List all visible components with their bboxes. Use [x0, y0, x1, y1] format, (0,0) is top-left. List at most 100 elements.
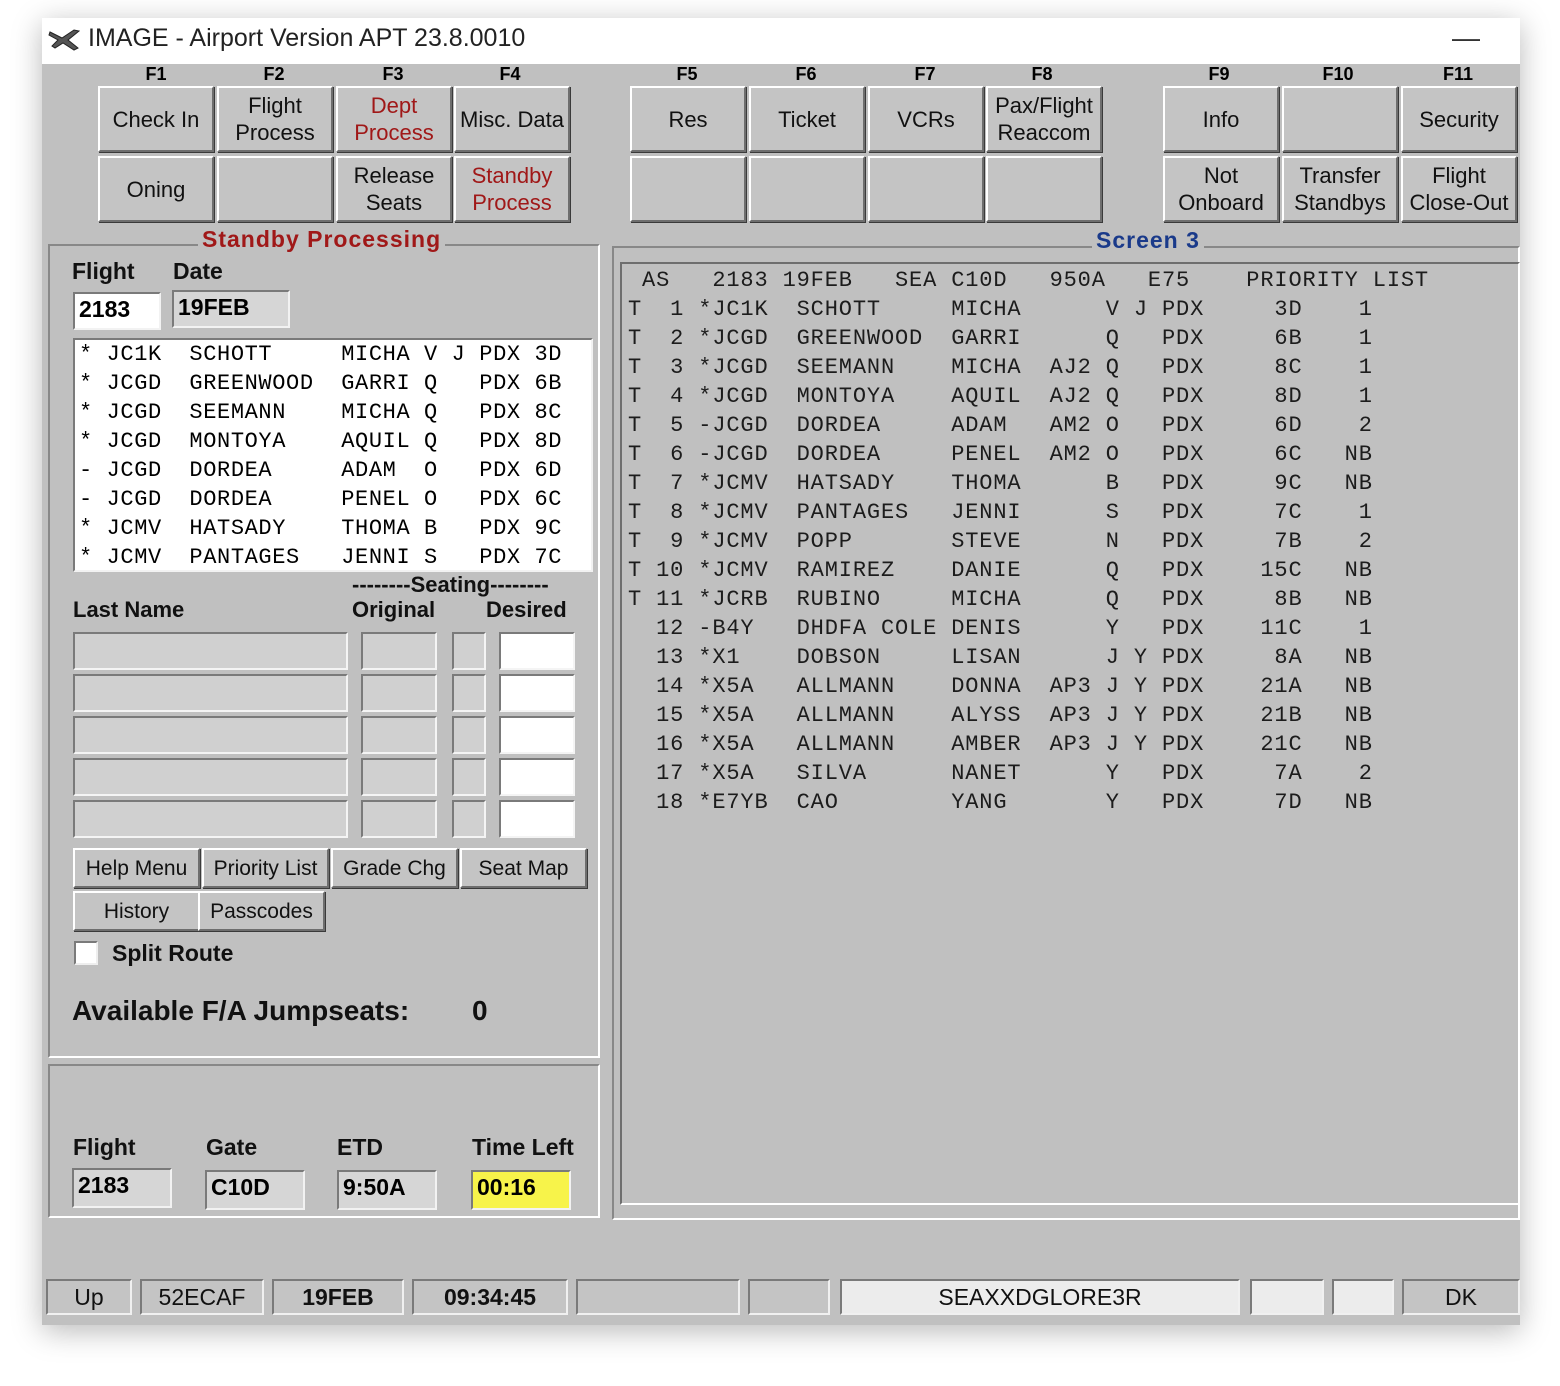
desired-seat-field[interactable]	[499, 800, 575, 838]
gate-value: C10D	[205, 1170, 305, 1210]
security-button[interactable]: Security	[1401, 86, 1517, 152]
ticket-button[interactable]: Ticket	[749, 86, 865, 152]
table-row[interactable]: 16 *X5A ALLMANN AMBER AP3 J Y PDX 21C NB	[628, 732, 1373, 761]
table-row[interactable]: T 11 *JCRB RUBINO MICHA Q PDX 8B NB	[628, 587, 1373, 616]
seat-flag-field[interactable]	[452, 758, 486, 796]
desired-label: Desired	[486, 597, 567, 622]
split-route-checkbox[interactable]	[74, 941, 98, 965]
release-seats-button[interactable]: Release Seats	[336, 156, 452, 222]
list-item[interactable]: - JCGD DORDEA ADAM O PDX 6D	[79, 458, 562, 487]
original-label: Original	[352, 597, 436, 622]
list-item[interactable]: - JCGD DORDEA PENEL O PDX 6C	[79, 487, 562, 516]
desired-seat-field[interactable]	[499, 716, 575, 754]
seat-flag-field[interactable]	[452, 800, 486, 838]
seat-flag-field[interactable]	[452, 716, 486, 754]
standby-process-button[interactable]: Standby Process	[454, 156, 570, 222]
table-row[interactable]: 15 *X5A ALLMANN ALYSS AP3 J Y PDX 21B NB	[628, 703, 1373, 732]
help-menu-button[interactable]: Help Menu	[73, 848, 200, 888]
original-seat-field[interactable]	[361, 800, 437, 838]
last-name-field[interactable]	[73, 758, 348, 796]
list-item[interactable]: * JCGD SEEMANN MICHA Q PDX 8C	[79, 400, 562, 429]
status-empty-1	[576, 1279, 740, 1315]
list-item[interactable]: * JC1K SCHOTT MICHA V J PDX 3D	[79, 342, 562, 371]
title-bar: IMAGE - Airport Version APT 23.8.0010 —	[42, 18, 1520, 64]
oning-button[interactable]: Oning	[98, 156, 214, 222]
standby-processing-title: Standby Processing	[198, 226, 446, 253]
etd-label: ETD	[337, 1134, 383, 1160]
list-item[interactable]: * JCGD MONTOYA AQUIL Q PDX 8D	[79, 429, 562, 458]
split-route-label: Split Route	[112, 940, 234, 966]
misc-data-button[interactable]: Misc. Data	[454, 86, 570, 152]
transfer-standbys-button[interactable]: Transfer Standbys	[1282, 156, 1398, 222]
last-name-field[interactable]	[73, 674, 348, 712]
date-input[interactable]: 19FEB	[172, 290, 290, 328]
f8-shift-empty-button[interactable]	[986, 156, 1102, 222]
f2-shift-empty-button[interactable]	[217, 156, 333, 222]
table-row[interactable]: T 6 -JCGD DORDEA PENEL AM2 O PDX 6C NB	[628, 442, 1373, 471]
list-item[interactable]: * JCMV PANTAGES JENNI S PDX 7C	[79, 545, 562, 570]
flight-close-out-button[interactable]: Flight Close-Out	[1401, 156, 1517, 222]
window-title: IMAGE - Airport Version APT 23.8.0010	[88, 24, 526, 52]
fkey-label-f2: F2	[263, 64, 285, 84]
table-row[interactable]: T 1 *JC1K SCHOTT MICHA V J PDX 3D 1	[628, 297, 1373, 326]
flight-input[interactable]: 2183	[73, 292, 161, 330]
desired-seat-field[interactable]	[499, 758, 575, 796]
f5-shift-empty-button[interactable]	[630, 156, 746, 222]
vcrs-button[interactable]: VCRs	[868, 86, 984, 152]
table-row[interactable]: T 8 *JCMV PANTAGES JENNI S PDX 7C 1	[628, 500, 1373, 529]
last-name-field[interactable]	[73, 800, 348, 838]
flight-label: Flight	[72, 258, 135, 284]
info-button[interactable]: Info	[1163, 86, 1279, 152]
original-seat-field[interactable]	[361, 632, 437, 670]
table-row[interactable]: 17 *X5A SILVA NANET Y PDX 7A 2	[628, 761, 1373, 790]
table-row[interactable]: T 7 *JCMV HATSADY THOMA B PDX 9C NB	[628, 471, 1373, 500]
table-row[interactable]: 14 *X5A ALLMANN DONNA AP3 J Y PDX 21A NB	[628, 674, 1373, 703]
res-button[interactable]: Res	[630, 86, 746, 152]
last-name-field[interactable]	[73, 716, 348, 754]
seat-flag-field[interactable]	[452, 674, 486, 712]
screen3-title: Screen 3	[1092, 227, 1204, 254]
f6-shift-empty-button[interactable]	[749, 156, 865, 222]
seat-map-button[interactable]: Seat Map	[460, 848, 587, 888]
table-row[interactable]: T 9 *JCMV POPP STEVE N PDX 7B 2	[628, 529, 1373, 558]
seat-flag-field[interactable]	[452, 632, 486, 670]
time-left-label: Time Left	[472, 1134, 574, 1160]
standby-list[interactable]: * JC1K SCHOTT MICHA V J PDX 3D * JCGD GR…	[73, 338, 593, 572]
status-up: Up	[46, 1279, 132, 1315]
not-onboard-button[interactable]: Not Onboard	[1163, 156, 1279, 222]
status-code: 52ECAF	[140, 1279, 264, 1315]
flight-process-button[interactable]: Flight Process	[217, 86, 333, 152]
grade-chg-button[interactable]: Grade Chg	[331, 848, 458, 888]
table-row[interactable]: 18 *E7YB CAO YANG Y PDX 7D NB	[628, 790, 1373, 819]
list-item[interactable]: * JCMV HATSADY THOMA B PDX 9C	[79, 516, 562, 545]
history-button[interactable]: History	[73, 891, 200, 931]
minimize-button[interactable]: —	[1452, 22, 1480, 54]
desired-seat-field[interactable]	[499, 632, 575, 670]
fkey-label-f7: F7	[914, 64, 936, 84]
jumpseats-label: Available F/A Jumpseats:	[72, 995, 410, 1026]
f7-shift-empty-button[interactable]	[868, 156, 984, 222]
table-row[interactable]: 13 *X1 DOBSON LISAN J Y PDX 8A NB	[628, 645, 1373, 674]
status-agent: SEAXXDGLORE3R	[840, 1279, 1240, 1315]
last-name-field[interactable]	[73, 632, 348, 670]
table-row[interactable]: T 4 *JCGD MONTOYA AQUIL AJ2 Q PDX 8D 1	[628, 384, 1373, 413]
fkey-label-f6: F6	[795, 64, 817, 84]
priority-list-screen: AS 2183 19FEB SEA C10D 950A E75 PRIORITY…	[620, 262, 1520, 1205]
table-row[interactable]: T 3 *JCGD SEEMANN MICHA AJ2 Q PDX 8C 1	[628, 355, 1373, 384]
table-row[interactable]: T 10 *JCMV RAMIREZ DANIE Q PDX 15C NB	[628, 558, 1373, 587]
priority-list-button[interactable]: Priority List	[202, 848, 329, 888]
list-item[interactable]: * JCGD GREENWOOD GARRI Q PDX 6B	[79, 371, 562, 400]
time-left-value: 00:16	[471, 1170, 571, 1210]
table-row[interactable]: T 2 *JCGD GREENWOOD GARRI Q PDX 6B 1	[628, 326, 1373, 355]
original-seat-field[interactable]	[361, 758, 437, 796]
passcodes-button[interactable]: Passcodes	[198, 891, 325, 931]
table-row[interactable]: 12 -B4Y DHDFA COLE DENIS Y PDX 11C 1	[628, 616, 1373, 645]
dept-process-button[interactable]: Dept Process	[336, 86, 452, 152]
original-seat-field[interactable]	[361, 674, 437, 712]
table-row[interactable]: T 5 -JCGD DORDEA ADAM AM2 O PDX 6D 2	[628, 413, 1373, 442]
f10-empty-button[interactable]	[1282, 86, 1398, 152]
desired-seat-field[interactable]	[499, 674, 575, 712]
original-seat-field[interactable]	[361, 716, 437, 754]
pax-flight-reaccom-button[interactable]: Pax/Flight Reaccom	[986, 86, 1102, 152]
check-in-button[interactable]: Check In	[98, 86, 214, 152]
